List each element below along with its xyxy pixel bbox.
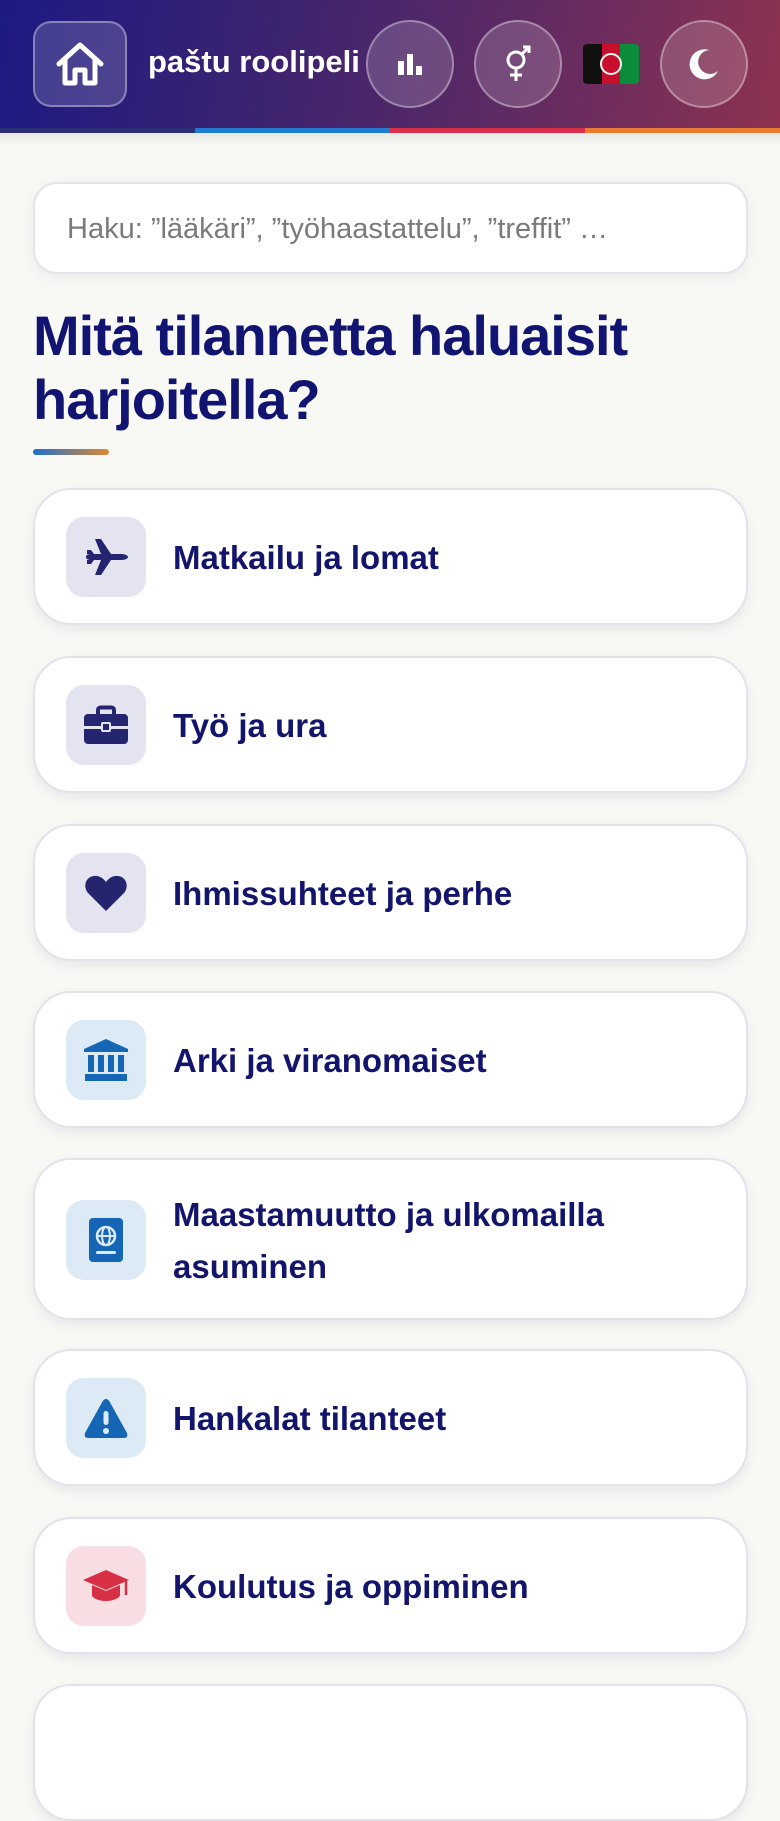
language-flag[interactable] xyxy=(583,44,639,84)
search-box[interactable] xyxy=(33,182,748,274)
home-icon xyxy=(56,42,104,86)
category-card-authorities[interactable]: Arki ja viranomaiset xyxy=(33,991,748,1128)
category-label: Matkailu ja lomat xyxy=(173,539,439,576)
heart-icon xyxy=(85,875,127,911)
briefcase-icon xyxy=(84,705,128,744)
theme-toggle-button[interactable] xyxy=(660,20,748,108)
category-icon-tile xyxy=(66,685,146,765)
passport-icon xyxy=(89,1218,123,1262)
category-label: Hankalat tilanteet xyxy=(173,1400,447,1437)
heading-underline xyxy=(33,449,109,455)
category-card-education[interactable]: Koulutus ja oppiminen xyxy=(33,1517,748,1654)
category-card-emigration[interactable]: Maastamuutto ja ulkomailla asuminen xyxy=(33,1158,748,1320)
page-heading: Mitä tilannetta haluaisit harjoitella? xyxy=(33,304,628,431)
bar-chart-icon xyxy=(398,54,422,75)
category-icon-tile xyxy=(66,517,146,597)
home-button[interactable] xyxy=(33,21,127,107)
category-icon-tile xyxy=(66,1546,146,1626)
category-icon-tile xyxy=(66,853,146,933)
gender-icon xyxy=(506,45,531,81)
category-card-relationships[interactable]: Ihmissuhteet ja perhe xyxy=(33,824,748,961)
gender-button[interactable] xyxy=(474,20,562,108)
category-card-partial[interactable] xyxy=(33,1684,748,1821)
warning-icon xyxy=(84,1399,128,1438)
category-card-difficult-situations[interactable]: Hankalat tilanteet xyxy=(33,1349,748,1486)
category-card-work[interactable]: Työ ja ura xyxy=(33,656,748,793)
category-label: Ihmissuhteet ja perhe xyxy=(173,875,513,912)
stats-button[interactable] xyxy=(366,20,454,108)
app-title: paštu roolipeli xyxy=(148,44,360,79)
plane-icon xyxy=(86,539,128,575)
category-label: Maastamuutto ja ulkomailla asuminen xyxy=(173,1196,604,1285)
category-label: Arki ja viranomaiset xyxy=(173,1042,487,1079)
category-icon-tile xyxy=(66,1020,146,1100)
category-icon-tile xyxy=(66,1200,146,1280)
category-card-travel[interactable]: Matkailu ja lomat xyxy=(33,488,748,625)
government-building-icon xyxy=(84,1039,128,1081)
category-label: Koulutus ja oppiminen xyxy=(173,1568,529,1605)
search-input[interactable] xyxy=(65,184,719,274)
moon-icon xyxy=(689,49,718,80)
category-label: Työ ja ura xyxy=(173,707,327,744)
graduation-cap-icon xyxy=(83,1570,129,1601)
flag-emblem xyxy=(600,53,622,75)
category-icon-tile xyxy=(66,1378,146,1458)
app-header: paštu roolipeli xyxy=(0,0,780,128)
